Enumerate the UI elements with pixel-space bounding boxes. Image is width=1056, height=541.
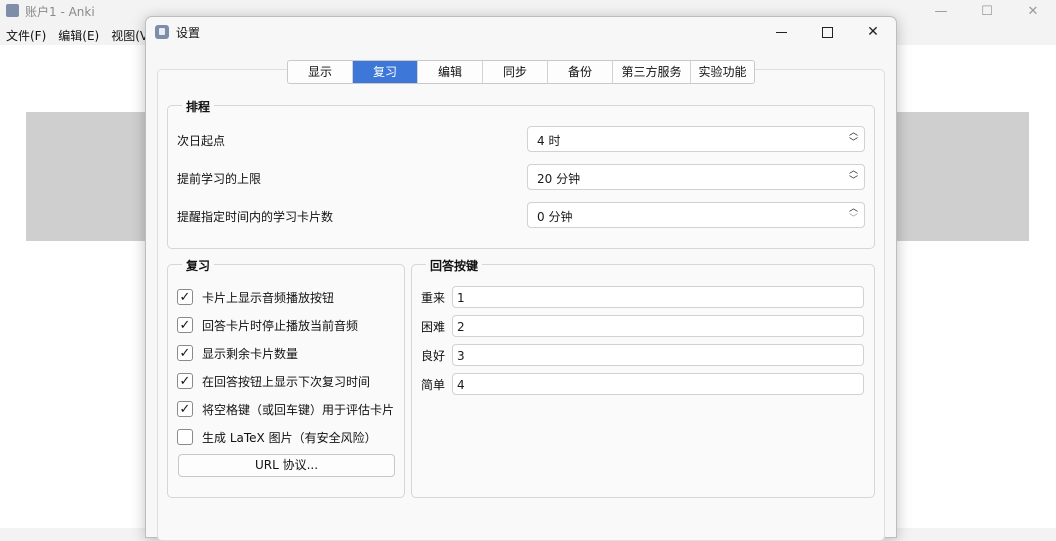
learn-ahead-limit-spinbox[interactable]: 20 分钟 ︿ ﹀ [527, 164, 865, 190]
show-next-review-time-label: 在回答按钮上显示下次复习时间 [202, 374, 371, 389]
next-day-starts-spinbox[interactable]: 4 时 ︿ ﹀ [527, 126, 865, 152]
preferences-tabbar: 显示 复习 编辑 同步 备份 第三方服务 实验功能 [287, 60, 755, 84]
tab-backup[interactable]: 备份 [548, 61, 613, 83]
spacebar-answers-row[interactable]: ✓ 将空格键（或回车键）用于评估卡片 [177, 399, 394, 419]
hard-key-label: 困难 [421, 319, 446, 334]
checkbox-checked[interactable]: ✓ [177, 289, 193, 305]
answer-key-row-again: 重来 1 [421, 285, 864, 309]
spacebar-answers-label: 将空格键（或回车键）用于评估卡片 [202, 402, 395, 417]
dialog-title: 设置 [176, 26, 201, 40]
generate-latex-label: 生成 LaTeX 图片（有安全风险） [202, 430, 377, 445]
spin-arrows-icon[interactable]: ︿ ﹀ [849, 128, 858, 148]
dialog-window-controls: ✕ [758, 17, 896, 47]
answer-key-row-hard: 困难 2 [421, 314, 864, 338]
generate-latex-row[interactable]: 生成 LaTeX 图片（有安全风险） [177, 427, 377, 447]
tab-review[interactable]: 复习 [353, 61, 418, 83]
scheduling-group: 排程 次日起点 4 时 ︿ ﹀ 提前学习的上限 20 分钟 ︿ ﹀ 提醒指定时间内的… [167, 98, 875, 249]
review-tab-pane: 排程 次日起点 4 时 ︿ ﹀ 提前学习的上限 20 分钟 ︿ ﹀ 提醒指定时间内的… [157, 69, 885, 541]
timebox-limit-value: 0 分钟 [537, 210, 573, 224]
close-icon[interactable]: ✕ [1010, 0, 1056, 22]
show-remaining-count-row[interactable]: ✓ 显示剩余卡片数量 [177, 343, 298, 363]
learn-ahead-limit-label: 提前学习的上限 [177, 172, 262, 186]
interrupt-audio-label: 回答卡片时停止播放当前音频 [202, 318, 359, 333]
tab-experimental[interactable]: 实验功能 [691, 61, 754, 83]
answer-key-row-easy: 简单 4 [421, 372, 864, 396]
maximize-icon [821, 26, 833, 38]
minimize-icon [775, 31, 787, 33]
checkbox-checked[interactable]: ✓ [177, 373, 193, 389]
dialog-close-button[interactable]: ✕ [850, 17, 896, 47]
preferences-dialog: 设置 ✕ 显示 复习 编辑 同步 备份 第三方服务 实验功能 排程 次日起点 4… [145, 16, 897, 541]
timebox-limit-label: 提醒指定时间内的学习卡片数 [177, 210, 334, 224]
again-key-label: 重来 [421, 290, 446, 305]
spin-arrows-icon[interactable]: ︿ ﹀ [849, 204, 858, 224]
next-day-starts-value: 4 时 [537, 134, 561, 148]
easy-key-label: 简单 [421, 377, 446, 392]
show-play-buttons-label: 卡片上显示音频播放按钮 [202, 290, 335, 305]
checkbox-checked[interactable]: ✓ [177, 345, 193, 361]
checkbox-checked[interactable]: ✓ [177, 317, 193, 333]
main-menubar: 文件(F) 编辑(E) 视图(V [0, 25, 154, 45]
spin-arrows-icon[interactable]: ︿ ﹀ [849, 166, 858, 186]
maximize-icon[interactable]: ☐ [964, 0, 1010, 22]
anki-dialog-icon [155, 25, 169, 39]
show-remaining-count-label: 显示剩余卡片数量 [202, 346, 299, 361]
review-group-title: 复习 [182, 257, 215, 274]
show-next-review-time-row[interactable]: ✓ 在回答按钮上显示下次复习时间 [177, 371, 370, 391]
checkbox-unchecked[interactable] [177, 429, 193, 445]
dialog-titlebar: 设置 ✕ [146, 17, 896, 49]
anki-app-icon [6, 4, 19, 17]
tab-editing[interactable]: 编辑 [418, 61, 483, 83]
hard-key-input[interactable]: 2 [452, 315, 864, 337]
menu-edit[interactable]: 编辑(E) [52, 25, 105, 45]
good-key-label: 良好 [421, 348, 446, 363]
again-key-input[interactable]: 1 [452, 286, 864, 308]
next-day-starts-label: 次日起点 [177, 134, 226, 148]
scheduling-group-title: 排程 [182, 98, 215, 115]
menu-file[interactable]: 文件(F) [0, 25, 52, 45]
main-window-title: 账户1 - Anki [25, 5, 95, 19]
tab-sync[interactable]: 同步 [483, 61, 548, 83]
learn-ahead-limit-value: 20 分钟 [537, 172, 581, 186]
minimize-icon[interactable]: — [918, 0, 964, 22]
good-key-input[interactable]: 3 [452, 344, 864, 366]
answer-keys-group-title: 回答按键 [426, 257, 483, 274]
close-icon: ✕ [867, 24, 879, 40]
interrupt-audio-row[interactable]: ✓ 回答卡片时停止播放当前音频 [177, 315, 358, 335]
answer-keys-group: 回答按键 重来 1 困难 2 良好 3 简单 4 [411, 257, 875, 498]
easy-key-input[interactable]: 4 [452, 373, 864, 395]
main-window-controls: — ☐ ✕ [918, 0, 1056, 22]
timebox-limit-spinbox[interactable]: 0 分钟 ︿ ﹀ [527, 202, 865, 228]
dialog-minimize-button[interactable] [758, 17, 804, 47]
answer-key-row-good: 良好 3 [421, 343, 864, 367]
tab-third-party-services[interactable]: 第三方服务 [613, 61, 691, 83]
dialog-maximize-button[interactable] [804, 17, 850, 47]
review-group: 复习 ✓ 卡片上显示音频播放按钮 ✓ 回答卡片时停止播放当前音频 ✓ 显示剩余卡… [167, 257, 405, 498]
checkbox-checked[interactable]: ✓ [177, 401, 193, 417]
show-play-buttons-row[interactable]: ✓ 卡片上显示音频播放按钮 [177, 287, 334, 307]
url-schemes-button[interactable]: URL 协议... [178, 454, 395, 477]
tab-display[interactable]: 显示 [288, 61, 353, 83]
